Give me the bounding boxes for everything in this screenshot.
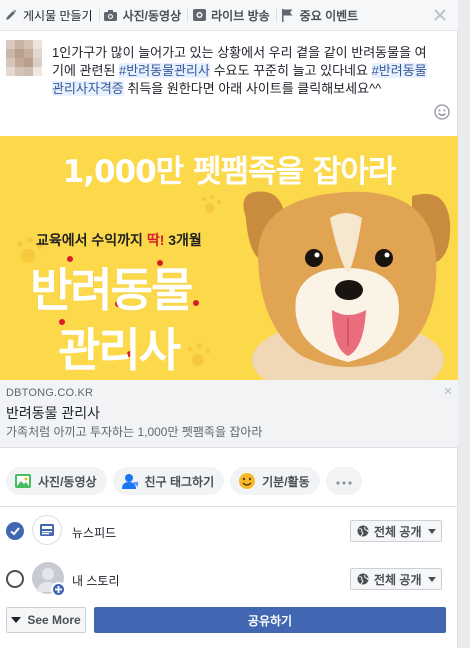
link-title: 반려동물 관리사: [6, 405, 101, 421]
link-preview-info[interactable]: DBTONG.CO.KR 반려동물 관리사 가족처럼 아끼고 투자하는 1,00…: [0, 380, 458, 448]
composer-actions: 사진/동영상 친구 태그하기 기분/활동: [6, 467, 362, 495]
ad-title-line2: 관리사: [58, 323, 181, 377]
newsfeed-checkbox[interactable]: [6, 522, 24, 540]
puppy-image: [243, 191, 451, 380]
newsfeed-label: 뉴스피드: [72, 526, 117, 540]
more-icon: [336, 474, 352, 488]
privacy-label: 전체 공개: [374, 524, 422, 539]
tab-label: 사진/동영상: [122, 8, 182, 23]
chevron-down-icon: [427, 528, 436, 534]
remove-preview-icon[interactable]: [444, 384, 452, 395]
feeling-activity-button[interactable]: 기분/활동: [230, 467, 320, 495]
tag-friends-button[interactable]: 친구 태그하기: [112, 467, 225, 495]
tab-label: 중요 이벤트: [299, 8, 359, 23]
story-label: 내 스토리: [72, 574, 120, 588]
see-more-button[interactable]: See More: [6, 607, 86, 633]
post-text-part: 수요도 꾸준히 늘고 있다네요: [209, 63, 372, 78]
composer-footer: See More 공유하기: [0, 601, 458, 638]
ad-sub-prefix: 교육에서 수익까지: [36, 232, 147, 248]
post-text[interactable]: 1인가구가 많이 늘어가고 있는 상황에서 우리 곁을 같이 반려동물을 여기에…: [52, 44, 432, 98]
tab-live-video[interactable]: 라이브 방송: [188, 0, 276, 30]
see-more-label: See More: [27, 613, 81, 627]
share-to-story-row: 내 스토리 전체 공개: [0, 555, 458, 603]
privacy-label: 전체 공개: [374, 572, 422, 587]
ad-title-line1: 반려동물: [30, 263, 193, 317]
smiley-icon: [238, 472, 256, 490]
ad-sub-suffix: 3개월: [164, 232, 202, 248]
photo-video-button[interactable]: 사진/동영상: [6, 467, 107, 495]
tab-create-post[interactable]: 게시물 만들기: [0, 0, 99, 30]
close-icon[interactable]: [432, 7, 448, 23]
chip-label: 친구 태그하기: [144, 474, 215, 489]
emoji-picker-icon[interactable]: [434, 104, 450, 120]
newsfeed-icon: [32, 515, 62, 545]
composer-tabs: 게시물 만들기 사진/동영상 라이브 방송 중요 이벤트: [0, 0, 458, 31]
chevron-down-icon: [427, 576, 436, 582]
add-story-icon: [51, 582, 66, 597]
chip-label: 기분/활동: [262, 474, 310, 489]
newsfeed-privacy-selector[interactable]: 전체 공개: [350, 520, 442, 542]
link-description: 가족처럼 아끼고 투자하는 1,000만 펫팸족을 잡아라: [6, 425, 263, 439]
camera-icon: [104, 8, 118, 22]
share-to-newsfeed-row: 뉴스피드 전체 공개: [0, 507, 458, 555]
share-button[interactable]: 공유하기: [94, 607, 446, 633]
tab-label: 라이브 방송: [211, 8, 270, 23]
tab-photo-video[interactable]: 사진/동영상: [100, 0, 188, 30]
story-privacy-selector[interactable]: 전체 공개: [350, 568, 442, 590]
ad-sub-emphasis: 딱!: [146, 232, 165, 248]
post-text-part: 취득을 원한다면 아래 사이트를 클릭해보세요^^: [123, 81, 382, 96]
tag-friend-icon: [121, 472, 139, 490]
pencil-icon: [4, 8, 18, 22]
photo-icon: [14, 472, 32, 490]
background-strip: [458, 0, 470, 648]
link-preview-image[interactable]: 1,000만 펫팸족을 잡아라 교육에서 수익까지 딱! 3개월 반려동물 관리…: [0, 136, 458, 380]
user-avatar: [6, 40, 42, 76]
ad-subheadline: 교육에서 수익까지 딱! 3개월: [36, 230, 202, 250]
post-composer: 게시물 만들기 사진/동영상 라이브 방송 중요 이벤트 1인가구가 많이 늘어…: [0, 0, 458, 648]
globe-icon: [357, 525, 369, 537]
globe-icon: [357, 573, 369, 585]
more-options-button[interactable]: [325, 467, 362, 495]
story-checkbox[interactable]: [6, 570, 24, 588]
caret-down-icon: [11, 617, 22, 623]
check-icon: [10, 527, 20, 536]
video-camera-icon: [192, 8, 206, 22]
flag-icon: [281, 8, 295, 22]
tab-life-event[interactable]: 중요 이벤트: [277, 0, 365, 30]
link-domain: DBTONG.CO.KR: [6, 387, 94, 399]
tab-label: 게시물 만들기: [23, 8, 93, 23]
hashtag[interactable]: #반려동물관리사: [119, 63, 210, 78]
chip-label: 사진/동영상: [38, 474, 97, 489]
